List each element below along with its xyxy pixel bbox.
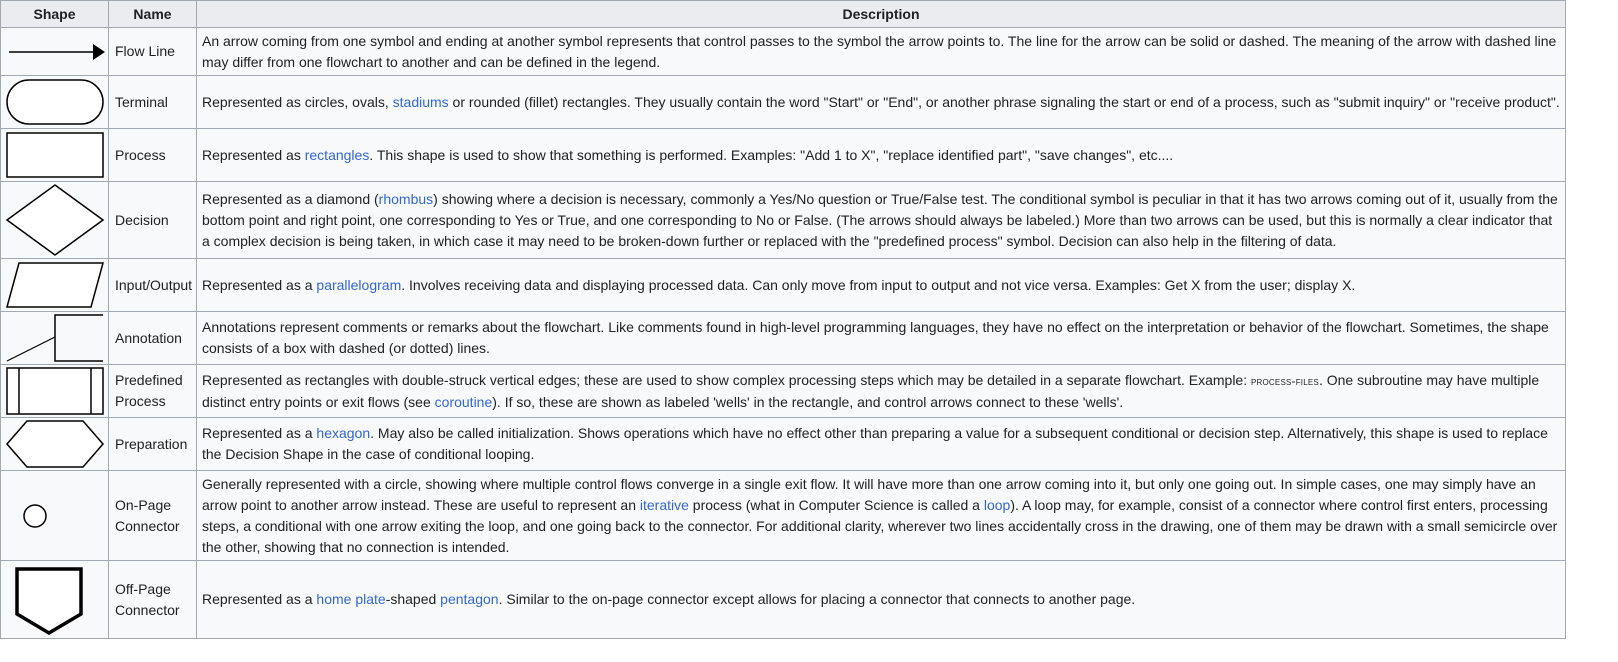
description-text: process (what in Computer Science is cal…: [688, 496, 984, 513]
description-cell: Represented as a home plate-shaped penta…: [196, 560, 1566, 639]
description-text: Represented as a: [202, 591, 317, 607]
symbol-name: Preparation: [115, 435, 188, 452]
description-text: . May also be called initialization. Sho…: [202, 425, 1548, 462]
description-text: Represented as circles, ovals,: [202, 93, 393, 110]
input-output-parallelogram-icon: [5, 262, 104, 308]
symbol-name: Connector: [115, 517, 180, 534]
symbol-name: Process: [115, 393, 166, 409]
description-text: . Similar to the on-page connector excep…: [498, 591, 1136, 607]
name-cell: Predefined Process: [108, 364, 197, 418]
decision-diamond-icon: [5, 184, 104, 256]
description-text: Represented as a: [202, 425, 317, 441]
description-text: Represented as a: [202, 276, 317, 293]
symbol-name: On-Page: [115, 496, 172, 513]
description-text: An arrow coming from one symbol and endi…: [202, 32, 1557, 70]
description-cell: An arrow coming from one symbol and endi…: [196, 27, 1566, 76]
table-row: Flow Line An arrow coming from one symbo…: [0, 27, 1566, 76]
symbol-name: Off-Page: [115, 580, 171, 597]
link-rhombus[interactable]: rhombus: [379, 191, 433, 207]
link-home-plate[interactable]: home plate: [316, 591, 385, 607]
shape-cell: [0, 181, 109, 259]
table-row: Off-Page Connector Represented as a home …: [0, 560, 1566, 639]
off-page-connector-pentagon-icon: [14, 566, 83, 635]
table-row: Terminal Represented as circles, ovals, …: [0, 75, 1566, 129]
symbol-name: Connector: [115, 601, 180, 618]
table-row: Predefined Process Represented as rectang…: [0, 364, 1566, 418]
shape-cell: [0, 470, 109, 561]
link-hexagon[interactable]: hexagon: [316, 425, 370, 441]
name-cell: Decision: [108, 181, 197, 259]
shape-cell: [0, 311, 109, 365]
table-row: On-Page Connector Generally represented w…: [0, 470, 1566, 561]
name-cell: Process: [108, 128, 197, 182]
header-description: Description: [196, 0, 1566, 28]
name-cell: Input/Output: [108, 258, 197, 312]
link-rectangles[interactable]: rectangles: [305, 147, 370, 163]
table-row: Preparation Represented as a hexagon. Ma…: [0, 417, 1566, 471]
description-text: ). If so, these are shown as labeled 'we…: [492, 393, 1124, 410]
shape-cell: [0, 258, 109, 312]
symbol-name: Process: [115, 146, 166, 163]
description-text: . This shape is used to show that someth…: [369, 146, 1174, 163]
process-files-example: process-files: [1251, 373, 1319, 388]
description-cell: Annotations represent comments or remark…: [196, 311, 1566, 365]
name-cell: Annotation: [108, 311, 197, 365]
name-cell: Preparation: [108, 417, 197, 471]
flowchart-symbols-table: Shape Name Description Flow Line An arro…: [0, 0, 1566, 639]
link-iterative[interactable]: iterative: [640, 497, 689, 513]
annotation-bracket-icon: [6, 314, 103, 362]
description-cell: Represented as a hexagon. May also be ca…: [196, 417, 1566, 471]
table-row: Process Represented as rectangles. This …: [0, 128, 1566, 182]
link-coroutine[interactable]: coroutine: [435, 394, 493, 410]
symbol-name: Flow Line: [115, 43, 175, 59]
name-cell: Terminal: [108, 75, 197, 129]
description-cell: Represented as a parallelogram. Involves…: [196, 258, 1566, 312]
name-cell: Flow Line: [108, 27, 197, 76]
terminal-stadium-icon: [5, 79, 104, 125]
shape-cell: [0, 75, 109, 129]
page-margin: [1566, 0, 1618, 662]
preparation-hexagon-icon: [5, 420, 104, 468]
shape-cell: [0, 560, 109, 639]
symbol-name: Input/Output: [115, 276, 193, 293]
shape-cell: [0, 27, 109, 76]
table-row: Decision Represented as a diamond (rhomb…: [0, 181, 1566, 259]
shape-cell: [0, 364, 109, 418]
name-cell: On-Page Connector: [108, 470, 197, 561]
description-text: Annotations represent comments or remark…: [202, 319, 1549, 356]
link-pentagon[interactable]: pentagon: [440, 591, 498, 607]
description-text: Represented as a diamond (: [202, 190, 379, 207]
header-shape: Shape: [0, 0, 109, 28]
link-stadiums[interactable]: stadiums: [393, 94, 449, 110]
symbol-name: Decision: [115, 211, 169, 228]
description-cell: Represented as rectangles with double-st…: [196, 364, 1566, 418]
symbol-name: Predefined: [115, 372, 183, 388]
description-cell: Represented as rectangles. This shape is…: [196, 128, 1566, 182]
table-row: Annotation Annotations represent comment…: [0, 311, 1566, 365]
description-text: . Involves receiving data and displaying…: [401, 276, 1356, 293]
symbol-name: Terminal: [115, 93, 168, 110]
flow-line-arrow-icon: [8, 43, 105, 60]
link-loop[interactable]: loop: [984, 497, 1010, 513]
table-row: Input/Output Represented as a parallelog…: [0, 258, 1566, 312]
header-name: Name: [108, 0, 197, 28]
description-text: -shaped: [385, 591, 441, 607]
link-parallelogram[interactable]: parallelogram: [316, 277, 401, 293]
description-cell: Represented as a diamond (rhombus) showi…: [196, 181, 1566, 259]
description-text: Represented as: [202, 146, 305, 163]
process-rectangle-icon: [5, 132, 104, 178]
shape-cell: [0, 128, 109, 182]
predefined-process-icon: [5, 367, 104, 415]
description-cell: Represented as circles, ovals, stadiums …: [196, 75, 1566, 129]
description-text: or rounded (fillet) rectangles. They usu…: [448, 93, 1560, 110]
description-text: Represented as rectangles with double-st…: [202, 371, 1251, 388]
table-header-row: Shape Name Description: [0, 0, 1566, 28]
description-cell: Generally represented with a circle, sho…: [196, 470, 1566, 561]
on-page-connector-circle-icon: [22, 503, 47, 528]
name-cell: Off-Page Connector: [108, 560, 197, 639]
shape-cell: [0, 417, 109, 471]
symbol-name: Annotation: [115, 329, 182, 346]
